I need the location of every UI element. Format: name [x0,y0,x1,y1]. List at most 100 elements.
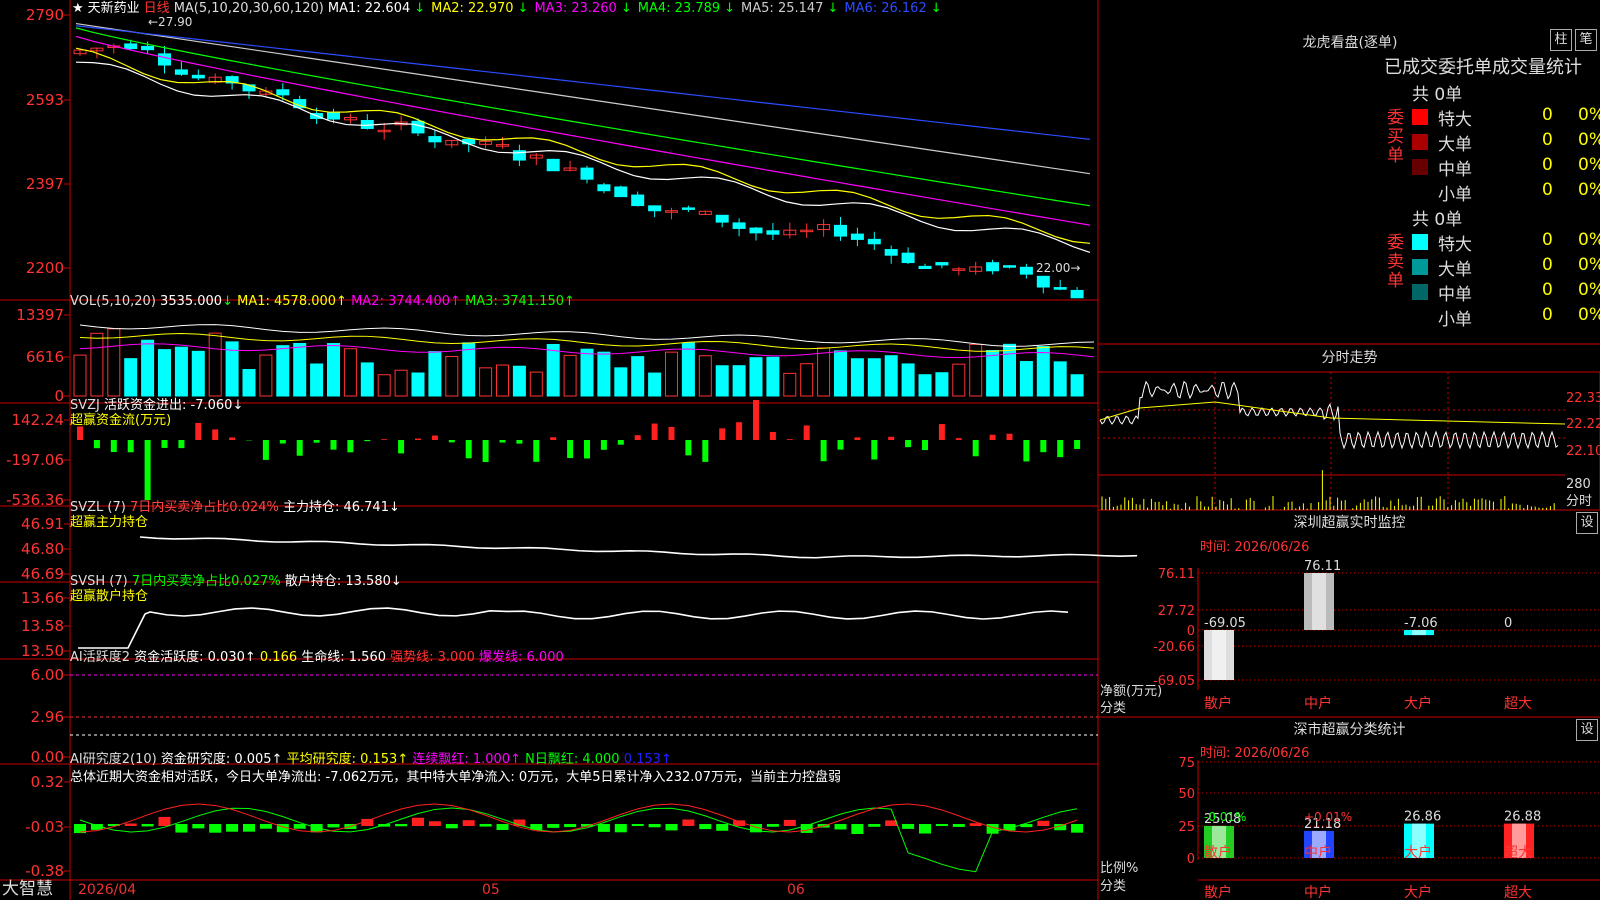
vol-bar [597,351,611,397]
buy-row-swatch-3 [1412,159,1428,175]
svsh-line [78,607,1069,649]
ma-arrow-6: ↓ [930,1,942,16]
period-label[interactable]: 日线 [144,1,170,16]
ai-res-bar [716,824,729,831]
svzj-bar [600,440,607,450]
ai-res-bar [1071,824,1084,833]
svzl-line [139,536,1138,559]
vol-bar [884,355,898,397]
candle-body [918,265,932,269]
candle-body [1036,275,1050,288]
bar-mode-button[interactable]: 柱 [1550,29,1572,51]
vol-bar [1019,361,1033,397]
vol-arrow: ↓ [222,294,233,309]
ai-res-bar [209,824,222,833]
ma-arrow-5: ↓ [827,1,839,16]
ai-res-bar [783,819,796,826]
svzj-bar [651,423,658,440]
vol-bar [969,343,983,397]
svzj-bar [584,440,590,459]
kline-ytick-2: 2397 [26,175,64,193]
classify-title: 深市超赢分类统计 [1293,722,1406,738]
vol-bar [208,332,222,397]
svzj-bar [905,440,912,448]
classify-cat-1: 散户 [1204,844,1232,861]
svzj-bar [955,438,962,440]
candle-body [648,205,662,212]
vol-bar [310,363,324,397]
kline-header: ★ 天新药业 日线 MA(5,10,20,30,60,120) MA1: 22.604 ↓… [72,1,952,17]
ai-res-bar [648,824,661,828]
vol-bar [259,354,273,397]
ai-activity-b: 0.166 [259,650,298,665]
svsh-ytick-1: 13.58 [21,617,64,635]
buy-row-pct-4: 0% [1578,180,1600,200]
ma-item-6: MA6: 26.162 [844,1,927,16]
svzj-label: SVZJ [70,398,100,413]
monitor-ytick-2: 0 [1187,624,1195,639]
buy-row-swatch-2 [1412,134,1428,150]
monitor-cat-2: 中户 [1304,695,1332,712]
svzj-bar [398,440,405,454]
ai-res-bar [665,824,678,831]
ai-research-b: 平均研究度: 0.153↑ [286,752,409,767]
vol-bar [496,364,509,397]
classify-time: 时间: 2026/06/26 [1200,746,1310,761]
monitor-settings-button[interactable]: 设 [1576,512,1598,534]
vol-bar [648,372,662,397]
pen-mode-button[interactable]: 笔 [1575,29,1597,51]
buy-row-count-1: 0 [1542,105,1553,125]
monitor-ytick-3: -20.66 [1153,640,1195,655]
vol-bar [986,350,1000,397]
svzj-bar [431,435,438,440]
ai-activity-d: 强势线: 3.000 [390,650,475,665]
candle-body [614,186,628,198]
sell-row-swatch-4 [1412,309,1428,325]
svzj-bar [178,440,185,449]
svzj-bar [685,440,692,456]
monitor-bar-2 [1304,573,1334,630]
dragon-header: 已成交委托单成交量统计 [1384,57,1582,78]
vol-bar [665,351,678,397]
ai-res-bar [175,824,188,833]
candle-body [732,222,746,229]
kline-ytick-0: 2790 [26,6,64,24]
classify-cat-4: 超大 [1504,845,1532,861]
intraday-unit: 分时 [1566,494,1592,509]
ai-res-bar [462,820,475,826]
svzj-bar [769,431,776,440]
vol-bar [174,346,188,397]
candle-body [834,224,847,237]
sell-row-count-2: 0 [1542,255,1553,275]
candle-body [850,233,864,240]
ai-research-d: N日飘红: 4.000 [525,752,620,767]
svsh-header: SVSH (7) 7日内买卖净占比0.027% 散户持仓: 13.580↓ [70,574,402,590]
candle-body [411,120,425,134]
svzl-ytick-0: 46.91 [21,515,64,533]
ai-res-bar [834,824,847,830]
ai-res-bar [919,824,931,834]
ai-res-bar [259,824,272,829]
vol-bar [901,363,915,397]
ai-res-bar [395,824,408,827]
svzj-bar [499,440,506,443]
classify-cat-3: 大户 [1404,844,1432,861]
svzj-value: 活跃资金进出: -7.060↓ [104,398,244,413]
buy-row-name-2: 大单 [1438,135,1472,155]
svzj-bar [448,440,455,443]
candle-body [191,74,205,79]
star-icon[interactable]: ★ [72,1,84,16]
monitor-cat-1: 散户 [1204,695,1232,712]
ai-res-bar [141,824,154,827]
svzl-label: SVZL (7) [70,500,126,515]
brand-label: 大智慧 [2,879,53,899]
vol-bar [428,351,442,397]
candle-body [681,207,695,210]
classify-unit: 比例% [1100,861,1139,876]
vol-bar [411,372,425,397]
ma-label: MA(5,10,20,30,60,120) [173,1,324,16]
vol-bar [681,342,695,397]
classify-settings-button[interactable]: 设 [1576,719,1598,741]
svzj-bar [820,440,827,462]
kline-ytick-3: 2200 [26,259,64,277]
